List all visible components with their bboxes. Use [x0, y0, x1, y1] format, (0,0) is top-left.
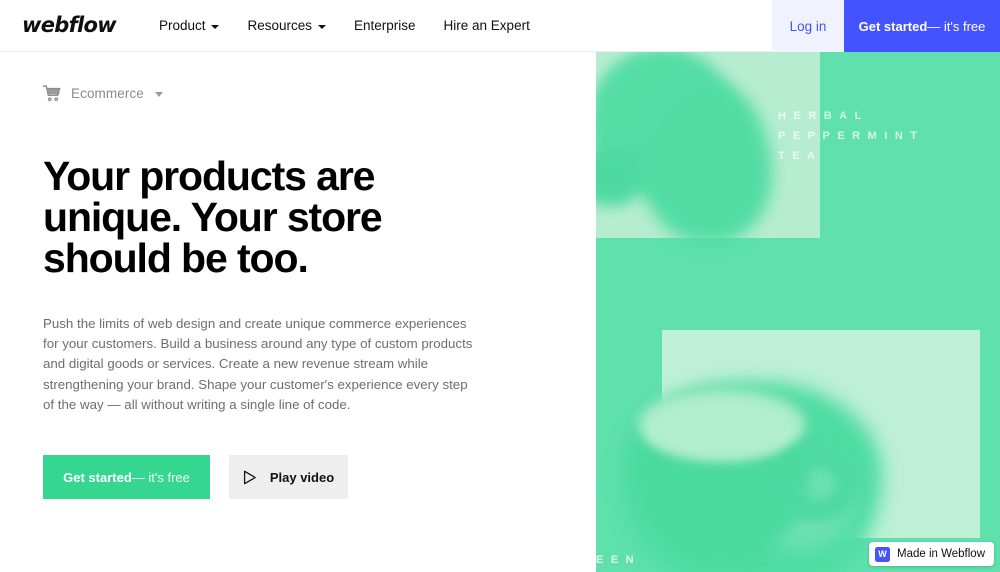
made-in-webflow-badge[interactable]: W Made in Webflow	[869, 542, 994, 566]
hero-image-artwork: HERBAL PEPPERMINT TEA EEN	[596, 52, 1000, 572]
nav-item-resources[interactable]: Resources	[233, 0, 340, 52]
top-navbar: webflow Product Resources Enterprise Hir…	[0, 0, 1000, 52]
primary-nav-links: Product Resources Enterprise Hire an Exp…	[145, 0, 544, 52]
login-button[interactable]: Log in	[772, 0, 844, 52]
nav-item-enterprise[interactable]: Enterprise	[340, 0, 430, 52]
page-headline: Your products are unique. Your store sho…	[43, 156, 443, 279]
page-body-paragraph: Push the limits of web design and create…	[43, 314, 480, 415]
hero-product-caption-bottom: EEN	[596, 554, 641, 566]
get-started-primary-label-light: — it's free	[132, 470, 190, 485]
nav-item-resources-label: Resources	[247, 0, 312, 52]
get-started-nav-label-light: — it's free	[927, 19, 985, 34]
hero-product-caption-top: HERBAL PEPPERMINT TEA	[778, 106, 925, 166]
get-started-nav-button[interactable]: Get started — it's free	[844, 0, 1000, 52]
nav-item-enterprise-label: Enterprise	[354, 0, 416, 52]
hero-content-column: Ecommerce Your products are unique. Your…	[0, 52, 596, 572]
shopping-cart-icon	[43, 85, 62, 102]
play-video-label: Play video	[270, 470, 334, 485]
get-started-nav-label-bold: Get started	[859, 19, 928, 34]
page-root: webflow Product Resources Enterprise Hir…	[0, 0, 1000, 572]
nav-item-hire-an-expert-label: Hire an Expert	[444, 0, 530, 52]
navbar-left-group: webflow Product Resources Enterprise Hir…	[0, 0, 544, 52]
cta-button-row: Get started — it's free Play video	[43, 455, 596, 499]
nav-item-product[interactable]: Product	[145, 0, 234, 52]
chevron-down-icon	[155, 92, 163, 97]
nav-item-hire-an-expert[interactable]: Hire an Expert	[430, 0, 544, 52]
ecommerce-category-label: Ecommerce	[71, 86, 144, 101]
ecommerce-category-selector[interactable]: Ecommerce	[43, 85, 188, 102]
webflow-mark-icon: W	[875, 547, 890, 562]
play-video-button[interactable]: Play video	[229, 455, 348, 499]
get-started-primary-button[interactable]: Get started — it's free	[43, 455, 210, 499]
teacup-handle-shape	[774, 444, 858, 522]
nav-item-product-label: Product	[159, 0, 206, 52]
hero-image-panel: HERBAL PEPPERMINT TEA EEN	[596, 52, 1000, 572]
webflow-logo[interactable]: webflow	[22, 15, 116, 36]
chevron-down-icon	[318, 25, 326, 29]
teacup-liquid-shape	[646, 400, 796, 458]
play-triangle-icon	[243, 470, 257, 485]
made-in-webflow-label: Made in Webflow	[897, 548, 985, 560]
navbar-right-group: Log in Get started — it's free	[772, 0, 1000, 52]
teapot-handle-shape	[596, 148, 640, 206]
get-started-primary-label-bold: Get started	[63, 470, 132, 485]
chevron-down-icon	[211, 25, 219, 29]
